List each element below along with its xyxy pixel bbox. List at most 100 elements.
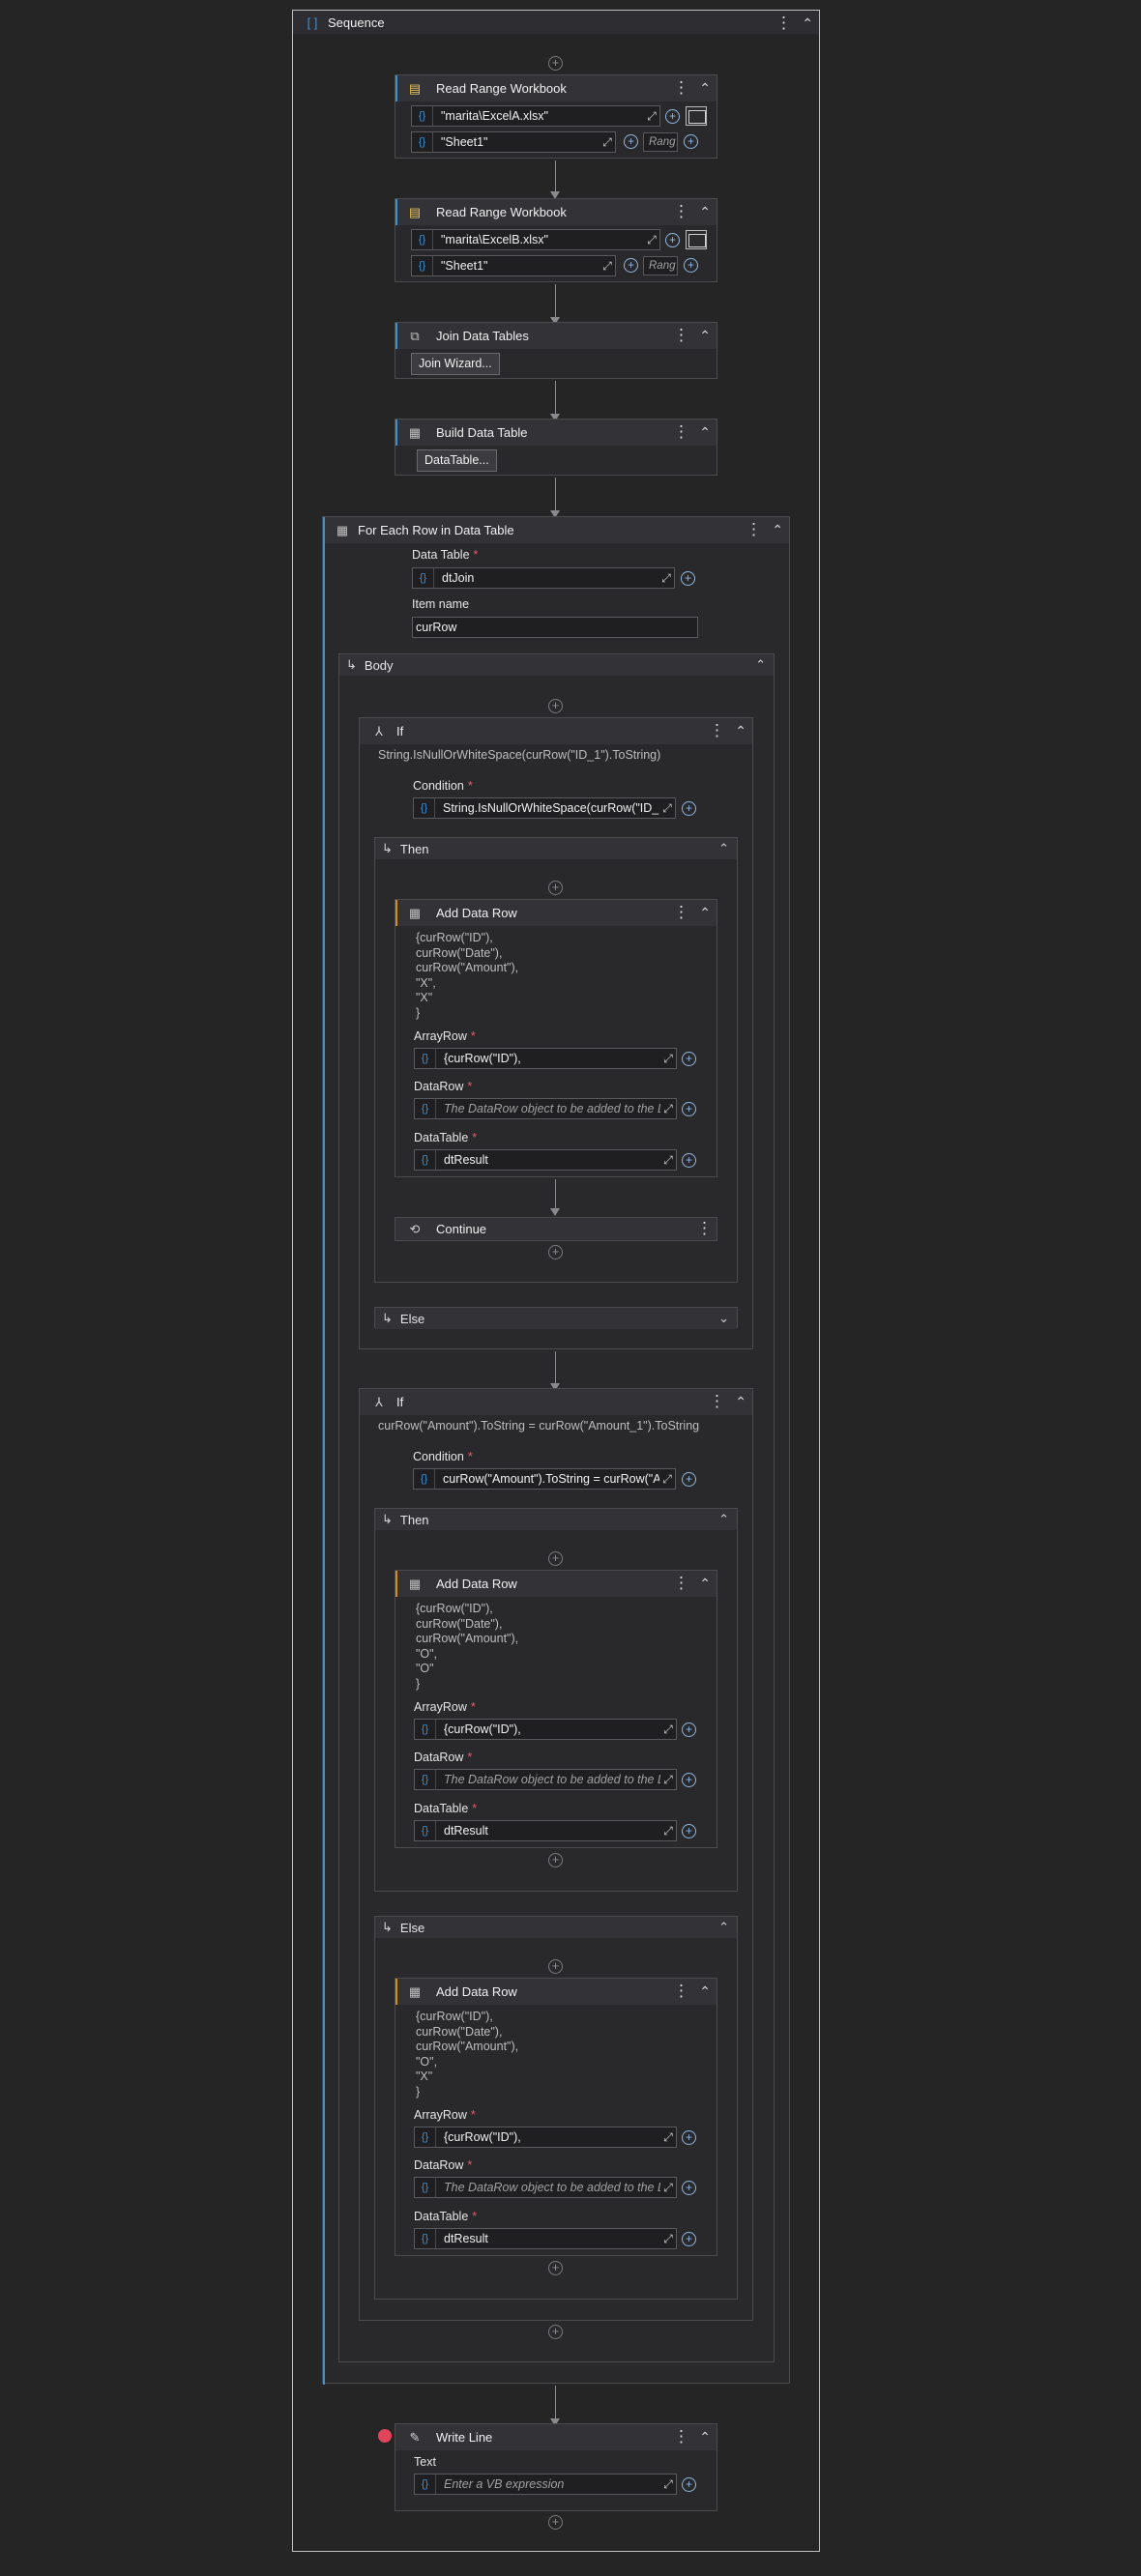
if-1-then-header[interactable]: ↳ Then ⌃ [375, 838, 737, 859]
expand-icon[interactable]: ⤢ [660, 2232, 676, 2246]
body-header[interactable]: ↳ Body ⌃ [339, 654, 774, 676]
write-line-collapse-icon[interactable]: ⌃ [699, 2427, 711, 2446]
datarow-field[interactable]: {} The DataRow object to be added to the… [414, 2177, 677, 2198]
write-line-menu-icon[interactable]: ⋮ [673, 2427, 689, 2446]
insert-activity-plus-icon[interactable]: + [548, 2261, 563, 2275]
insert-activity-plus-icon[interactable]: + [548, 2325, 563, 2339]
expand-icon[interactable]: ⤢ [660, 1052, 676, 1066]
if-2-condition-field[interactable]: {} curRow("Amount").ToString = curRow("A… [413, 1468, 676, 1490]
arrayrow-field[interactable]: {} {curRow("ID"), ⤢ [414, 1048, 677, 1069]
then-collapse-icon[interactable]: ⌃ [718, 1512, 729, 1527]
else-expand-icon[interactable]: ⌄ [718, 1311, 729, 1326]
build-data-table[interactable]: ▦ Build Data Table ⋮ ⌃ DataTable... [395, 419, 717, 476]
if-1-else-header[interactable]: ↳ Else ⌄ [375, 1308, 737, 1329]
data-table-field[interactable]: {} dtJoin ⤢ [412, 567, 675, 589]
if-2-menu-icon[interactable]: ⋮ [709, 1392, 725, 1411]
add-data-row-1-header[interactable]: ▦ Add Data Row ⋮ ⌃ [395, 900, 717, 926]
expand-icon[interactable]: ⤢ [660, 2477, 676, 2492]
breakpoint-indicator[interactable] [378, 2429, 392, 2443]
plus-circle-icon[interactable]: + [624, 258, 638, 273]
add-data-row-1-collapse-icon[interactable]: ⌃ [699, 903, 711, 922]
plus-circle-icon[interactable]: + [684, 258, 698, 273]
plus-circle-icon[interactable]: + [682, 1102, 696, 1116]
expand-icon[interactable]: ⤢ [659, 801, 675, 816]
item-name-field[interactable]: curRow [412, 617, 698, 638]
build-header[interactable]: ▦ Build Data Table ⋮ ⌃ [395, 420, 717, 446]
plus-circle-icon[interactable]: + [682, 2477, 696, 2492]
insert-activity-plus-icon[interactable]: + [548, 1245, 563, 1259]
expand-icon[interactable]: ⤢ [659, 1472, 675, 1487]
expand-icon[interactable]: ⤢ [658, 571, 674, 586]
plus-circle-icon[interactable]: + [624, 134, 638, 149]
expand-icon[interactable]: ⤢ [644, 233, 659, 247]
plus-circle-icon[interactable]: + [682, 1052, 696, 1066]
sequence-collapse-icon[interactable]: ⌃ [802, 14, 813, 33]
if-2-header[interactable]: ⅄ If ⋮ ⌃ [360, 1389, 752, 1415]
insert-activity-plus-icon[interactable]: + [548, 699, 563, 713]
if-1-menu-icon[interactable]: ⋮ [709, 721, 725, 740]
then-collapse-icon[interactable]: ⌃ [718, 841, 729, 856]
expand-icon[interactable]: ⤢ [660, 1773, 676, 1787]
insert-activity-plus-icon[interactable]: + [548, 881, 563, 895]
plus-circle-icon[interactable]: + [665, 233, 680, 247]
join-header[interactable]: ⧉ Join Data Tables ⋮ ⌃ [395, 323, 717, 349]
plus-circle-icon[interactable]: + [682, 2181, 696, 2195]
write-line-activity[interactable]: ✎ Write Line ⋮ ⌃ [395, 2423, 717, 2511]
plus-circle-icon[interactable]: + [682, 1773, 696, 1787]
for-each-collapse-icon[interactable]: ⌃ [772, 520, 783, 539]
datatable-field[interactable]: {} dtResult ⤢ [414, 1820, 677, 1841]
add-data-row-2-header[interactable]: ▦ Add Data Row ⋮ ⌃ [395, 1571, 717, 1597]
expand-icon[interactable]: ⤢ [660, 2181, 676, 2195]
insert-activity-plus-icon[interactable]: + [548, 56, 563, 71]
if-1-header[interactable]: ⅄ If ⋮ ⌃ [360, 718, 752, 744]
add-data-row-3-collapse-icon[interactable]: ⌃ [699, 1982, 711, 2001]
join-data-tables[interactable]: ⧉ Join Data Tables ⋮ ⌃ Join Wizard... [395, 322, 717, 379]
plus-circle-icon[interactable]: + [682, 801, 696, 816]
if-1-collapse-icon[interactable]: ⌃ [735, 721, 746, 740]
plus-circle-icon[interactable]: + [665, 109, 680, 124]
build-menu-icon[interactable]: ⋮ [673, 422, 689, 442]
insert-activity-plus-icon[interactable]: + [548, 2515, 563, 2530]
read-range-1-collapse-icon[interactable]: ⌃ [699, 78, 711, 98]
continue-menu-icon[interactable]: ⋮ [696, 1219, 713, 1238]
join-collapse-icon[interactable]: ⌃ [699, 326, 711, 345]
read-range-2-header[interactable]: ▤ Read Range Workbook ⋮ ⌃ [395, 199, 717, 225]
read-range-1-menu-icon[interactable]: ⋮ [673, 78, 689, 98]
plus-circle-icon[interactable]: + [682, 2232, 696, 2246]
read-range-2-menu-icon[interactable]: ⋮ [673, 202, 689, 221]
arrayrow-field[interactable]: {} {curRow("ID"), ⤢ [414, 1719, 677, 1740]
datatable-button[interactable]: DataTable... [417, 449, 497, 472]
add-data-row-3-menu-icon[interactable]: ⋮ [673, 1982, 689, 2001]
plus-circle-icon[interactable]: + [681, 571, 695, 586]
write-line-header[interactable]: ✎ Write Line ⋮ ⌃ [395, 2424, 717, 2450]
plus-circle-icon[interactable]: + [682, 1824, 696, 1838]
expand-icon[interactable]: ⤢ [600, 259, 615, 274]
for-each-header[interactable]: ▦ For Each Row in Data Table ⋮ ⌃ [323, 517, 789, 2385]
plus-circle-icon[interactable]: + [682, 1472, 696, 1487]
write-line-text-field[interactable]: {} Enter a VB expression ⤢ [414, 2474, 677, 2495]
read-range-workbook-1[interactable]: ▤ Read Range Workbook ⋮ ⌃ {} "marita\Exc… [395, 74, 717, 159]
add-data-row-3-header[interactable]: ▦ Add Data Row ⋮ ⌃ [395, 1979, 717, 2005]
add-data-row-1-menu-icon[interactable]: ⋮ [673, 903, 689, 922]
sequence-header[interactable]: [ ] Sequence ⋮ ⌃ [293, 11, 819, 34]
browse-folder-icon[interactable] [686, 106, 707, 126]
if-2-collapse-icon[interactable]: ⌃ [735, 1392, 746, 1411]
read-range-2-sheet-field[interactable]: {} "Sheet1" ⤢ [411, 255, 616, 276]
read-range-1-path-field[interactable]: {} "marita\ExcelA.xlsx" ⤢ [411, 105, 660, 127]
sequence-menu-icon[interactable]: ⋮ [775, 14, 792, 33]
expand-icon[interactable]: ⤢ [660, 1102, 676, 1116]
add-data-row-2-collapse-icon[interactable]: ⌃ [699, 1574, 711, 1593]
arrayrow-field[interactable]: {} {curRow("ID"), ⤢ [414, 2127, 677, 2148]
if-2-else-header[interactable]: ↳ Else ⌃ [375, 1917, 737, 1938]
read-range-workbook-2[interactable]: ▤ Read Range Workbook ⋮ ⌃ {} "marita\Exc… [395, 198, 717, 282]
else-collapse-icon[interactable]: ⌃ [718, 1920, 729, 1935]
for-each-menu-icon[interactable]: ⋮ [746, 520, 762, 539]
plus-circle-icon[interactable]: + [684, 134, 698, 149]
body-collapse-icon[interactable]: ⌃ [755, 657, 766, 673]
expand-icon[interactable]: ⤢ [600, 135, 615, 150]
read-range-2-path-field[interactable]: {} "marita\ExcelB.xlsx" ⤢ [411, 229, 660, 250]
read-range-1-header[interactable]: ▤ Read Range Workbook ⋮ ⌃ [395, 75, 717, 101]
plus-circle-icon[interactable]: + [682, 1722, 696, 1737]
insert-activity-plus-icon[interactable]: + [548, 1853, 563, 1867]
add-data-row-2-menu-icon[interactable]: ⋮ [673, 1574, 689, 1593]
